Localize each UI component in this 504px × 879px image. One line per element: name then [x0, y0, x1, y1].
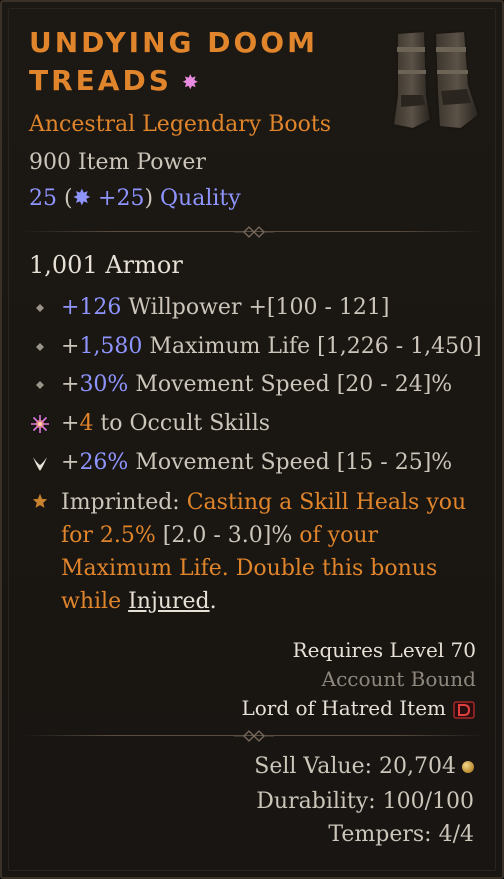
account-bound: Account Bound [321, 667, 476, 691]
quality-base: 25 [29, 186, 57, 211]
item-name: Undying Doom Treads ✸ [29, 24, 389, 101]
star-icon [32, 493, 48, 508]
affix-text: Movement Speed [15 - 25]% [128, 450, 453, 475]
tempered-claw-icon [33, 457, 47, 471]
expansion-tag-text: Lord of Hatred Item [241, 696, 446, 720]
section-divider [22, 225, 486, 239]
imprint-end: . [209, 589, 217, 614]
imprint-label: Imprinted: [61, 490, 187, 515]
tempers: Tempers: 4/4 [328, 822, 474, 847]
affix-prefix: + [61, 411, 80, 436]
imprinted-aspect: Imprinted: Casting a Skill Heals you for… [61, 486, 481, 618]
affix-prefix: + [61, 334, 80, 359]
affix-value: 4 [79, 411, 94, 436]
occult-sigil-icon [31, 415, 49, 433]
unique-sparkle-icon: ✸ [181, 70, 202, 94]
quality-bonus: +25 [91, 186, 145, 211]
affix-text: Maximum Life [1,226 - 1,450] [142, 334, 482, 359]
diamond-bullet-icon [36, 381, 44, 389]
quality-paren-open: ( [57, 186, 73, 211]
imprint-value: 2.5% [99, 523, 156, 548]
affix-text: Willpower +[100 - 121] [121, 295, 390, 320]
item-quality: 25 (✸ +25) Quality [29, 184, 241, 214]
item-rarity-type: Ancestral Legendary Boots [29, 112, 332, 137]
diamond-bullet-icon [36, 304, 44, 312]
expansion-tag: Lord of Hatred Item [241, 694, 476, 722]
imprint-range: [2.0 - 3.0]% [155, 523, 293, 548]
durability: Durability: 100/100 [256, 789, 474, 814]
armor-value: 1,001 Armor [29, 251, 183, 279]
affix-value: 1,580 [79, 334, 143, 359]
sell-value: Sell Value: 20,704 [254, 752, 474, 782]
section-divider [22, 729, 486, 743]
affix-text: to Occult Skills [93, 411, 271, 436]
quality-paren-close: ) [144, 186, 161, 211]
quality-label: Quality [160, 186, 241, 211]
affix-prefix: + [61, 372, 80, 397]
sell-value-text: Sell Value: 20,704 [254, 754, 456, 779]
affix-value: +126 [61, 295, 122, 320]
boots-item-icon [391, 29, 481, 131]
quality-gem-icon: ✸ [72, 186, 92, 211]
injured-keyword-link[interactable]: Injured [128, 589, 209, 614]
item-power: 900 Item Power [29, 150, 206, 175]
affix-value: 26% [79, 450, 129, 475]
gold-coin-icon [462, 761, 474, 773]
affix-prefix: + [61, 450, 80, 475]
affix-value: 30% [79, 372, 129, 397]
lord-of-hatred-icon [453, 700, 475, 719]
item-name-text: Undying Doom Treads [29, 26, 318, 97]
item-tooltip: Undying Doom Treads ✸ Ancestral Legendary… [0, 0, 504, 879]
affix-text: Movement Speed [20 - 24]% [128, 372, 453, 397]
diamond-bullet-icon [36, 343, 44, 351]
requires-level: Requires Level 70 [292, 638, 476, 662]
